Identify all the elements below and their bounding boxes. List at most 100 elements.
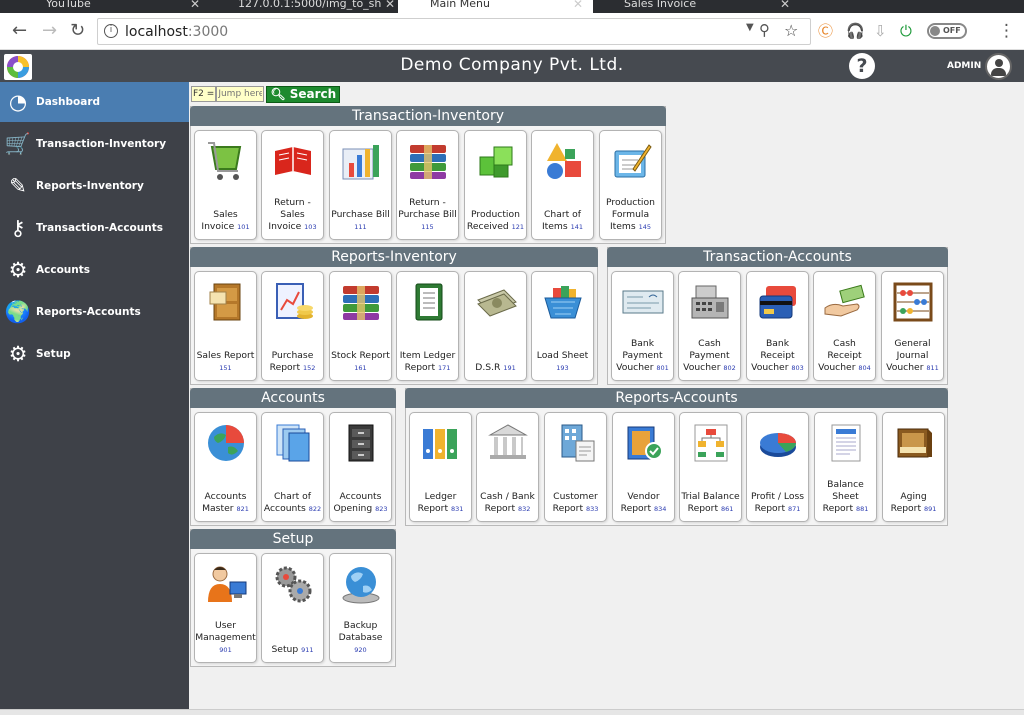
tile-production-received[interactable]: Production Received 121	[464, 130, 527, 240]
url-text: localhost:3000	[125, 24, 229, 40]
panel-setup: Setup User Management 901 Setup 911 Back…	[190, 529, 396, 667]
tile-cash-receipt-voucher[interactable]: Cash Receipt Voucher 804	[813, 271, 876, 381]
tile-item-ledger-report[interactable]: Item Ledger Report 171	[396, 271, 459, 381]
tile-trial-balance-report[interactable]: Trial Balance Report 861	[679, 412, 742, 522]
browser-tab-sales-invoice[interactable]: Sales Invoice ✕	[600, 0, 800, 13]
tile-production-formula-items[interactable]: Production Formula Items 145	[599, 130, 662, 240]
shortcut-hint: F2 =	[191, 86, 217, 102]
sidebar-item-transaction-inventory[interactable]: 🛒 Transaction-Inventory	[0, 124, 189, 164]
zoom-icon[interactable]: ⚲	[759, 21, 770, 39]
headphones-icon[interactable]: 🎧	[846, 23, 865, 40]
close-icon[interactable]: ✕	[780, 0, 790, 11]
sidebar-item-label: Reports-Inventory	[36, 180, 144, 192]
dropdown-arrow-icon[interactable]: ▼	[746, 22, 754, 33]
tile-purchase-bill[interactable]: Purchase Bill 111	[329, 130, 392, 240]
info-icon[interactable]: i	[104, 24, 118, 38]
hand-cash-icon	[821, 278, 869, 326]
tile-balance-sheet-report[interactable]: Balance Sheet Report 881	[814, 412, 877, 522]
help-icon[interactable]: ?	[849, 53, 875, 79]
tab-title: Sales Invoice	[624, 0, 697, 10]
address-bar[interactable]: i localhost:3000 ▼ ⚲ ☆	[97, 18, 811, 45]
address-book-icon	[620, 419, 668, 467]
panel-title: Accounts	[190, 388, 396, 408]
user-computer-icon	[202, 560, 250, 608]
shopping-cart-icon: 🛒	[4, 131, 32, 156]
ledger-book-icon	[404, 278, 452, 326]
forward-arrow-icon[interactable]: →	[42, 21, 57, 41]
status-strip	[0, 709, 1024, 715]
panel-accounts: Accounts Accounts Master 821 Chart of Ac…	[190, 388, 396, 526]
close-icon[interactable]: ✕	[573, 0, 583, 11]
download-icon[interactable]: ⇩	[874, 23, 887, 40]
tile-accounts-master[interactable]: Accounts Master 821	[194, 412, 257, 522]
tile-setup[interactable]: Setup 911	[261, 553, 324, 663]
tab-title: 127.0.0.1:5000/img_to_sh	[238, 0, 382, 10]
reload-icon[interactable]: ↻	[70, 21, 85, 41]
close-icon[interactable]: ✕	[385, 0, 395, 11]
tile-return-purchase-bill[interactable]: Return - Purchase Bill 115	[396, 130, 459, 240]
sidebar-item-label: Accounts	[36, 264, 91, 276]
report-coins-icon	[269, 278, 317, 326]
sidebar-item-accounts[interactable]: ⚙ Accounts	[0, 250, 189, 290]
tile-customer-report[interactable]: Customer Report 833	[544, 412, 607, 522]
book-return-icon	[269, 137, 317, 185]
key-icon: ⚷	[10, 216, 26, 240]
extension-c-icon[interactable]: Ⓒ	[818, 23, 833, 40]
browser-tab-localhost-5000[interactable]: 127.0.0.1:5000/img_to_sh ✕	[210, 0, 395, 13]
tile-general-journal-voucher[interactable]: General Journal Voucher 811	[881, 271, 944, 381]
browser-tab-main-menu[interactable]: Main Menu ✕	[398, 0, 593, 13]
tile-load-sheet[interactable]: Load Sheet 193	[531, 271, 594, 381]
tile-aging-report[interactable]: Aging Report 891	[882, 412, 945, 522]
panel-title: Setup	[190, 529, 396, 549]
books-icon	[404, 137, 452, 185]
back-arrow-icon[interactable]: ←	[12, 21, 27, 41]
tile-profit-loss-report[interactable]: Profit / Loss Report 871	[746, 412, 809, 522]
sidebar-item-reports-inventory[interactable]: ✎ Reports-Inventory	[0, 166, 189, 206]
tile-vendor-report[interactable]: Vendor Report 834	[612, 412, 675, 522]
panel-transaction-inventory: Transaction-Inventory Sales Invoice 101 …	[190, 106, 666, 244]
panel-title: Reports-Inventory	[190, 247, 598, 267]
tile-bank-receipt-voucher[interactable]: Bank Receipt Voucher 803	[746, 271, 809, 381]
app-header: Demo Company Pvt. Ltd. ? ADMIN	[0, 50, 1024, 82]
tile-cash-payment-voucher[interactable]: Cash Payment Voucher 802	[678, 271, 741, 381]
tile-purchase-report[interactable]: Purchase Report 152	[261, 271, 324, 381]
user-avatar-icon[interactable]	[985, 53, 1012, 80]
sidebar-item-label: Transaction-Inventory	[36, 138, 167, 150]
tile-chart-of-accounts[interactable]: Chart of Accounts 822	[261, 412, 324, 522]
star-bookmark-icon[interactable]: ☆	[784, 21, 798, 40]
tile-dsr[interactable]: D.S.R 191	[464, 271, 527, 381]
cash-register-icon	[686, 278, 734, 326]
tile-sales-invoice[interactable]: Sales Invoice 101	[194, 130, 257, 240]
tile-bank-payment-voucher[interactable]: Bank Payment Voucher 801	[611, 271, 674, 381]
menu-dots-icon[interactable]: ⋮	[998, 23, 1015, 40]
close-icon[interactable]: ✕	[190, 0, 200, 11]
panel-transaction-accounts: Transaction-Accounts Bank Payment Vouche…	[607, 247, 948, 385]
notepad-pencil-icon	[607, 137, 655, 185]
tile-chart-of-items[interactable]: Chart of Items 141	[531, 130, 594, 240]
tile-return-sales-invoice[interactable]: Return - Sales Invoice 103	[261, 130, 324, 240]
tile-user-management[interactable]: User Management 901	[194, 553, 257, 663]
gears-icon: ⚙	[8, 342, 28, 366]
power-green-icon[interactable]: ⏻	[900, 23, 912, 40]
sidebar-item-reports-accounts[interactable]: 🌍 Reports-Accounts	[0, 292, 189, 332]
binders-icon	[417, 419, 465, 467]
user-name-label: ADMIN	[947, 61, 982, 71]
cheque-icon	[619, 278, 667, 326]
money-stack-icon	[472, 278, 520, 326]
tile-ledger-report[interactable]: Ledger Report 831	[409, 412, 472, 522]
tile-sales-report[interactable]: Sales Report 151	[194, 271, 257, 381]
tile-backup-database[interactable]: Backup Database 920	[329, 553, 392, 663]
browser-tab-youtube[interactable]: YouTube ✕	[10, 0, 200, 13]
org-chart-icon	[687, 419, 735, 467]
tile-cash-bank-report[interactable]: Cash / Bank Report 832	[476, 412, 539, 522]
sidebar-item-setup[interactable]: ⚙ Setup	[0, 334, 189, 374]
toggle-label: OFF	[943, 26, 961, 35]
sidebar-item-dashboard[interactable]: ◔ Dashboard	[0, 82, 189, 122]
tile-stock-report[interactable]: Stock Report 161	[329, 271, 392, 381]
jump-input[interactable]	[216, 86, 265, 102]
search-button[interactable]: 🔍︎ Search	[266, 85, 341, 103]
sidebar-item-transaction-accounts[interactable]: ⚷ Transaction-Accounts	[0, 208, 189, 248]
tile-accounts-opening[interactable]: Accounts Opening 823	[329, 412, 392, 522]
tab-title: YouTube	[46, 0, 91, 10]
extension-toggle-switch[interactable]: OFF	[927, 23, 967, 39]
